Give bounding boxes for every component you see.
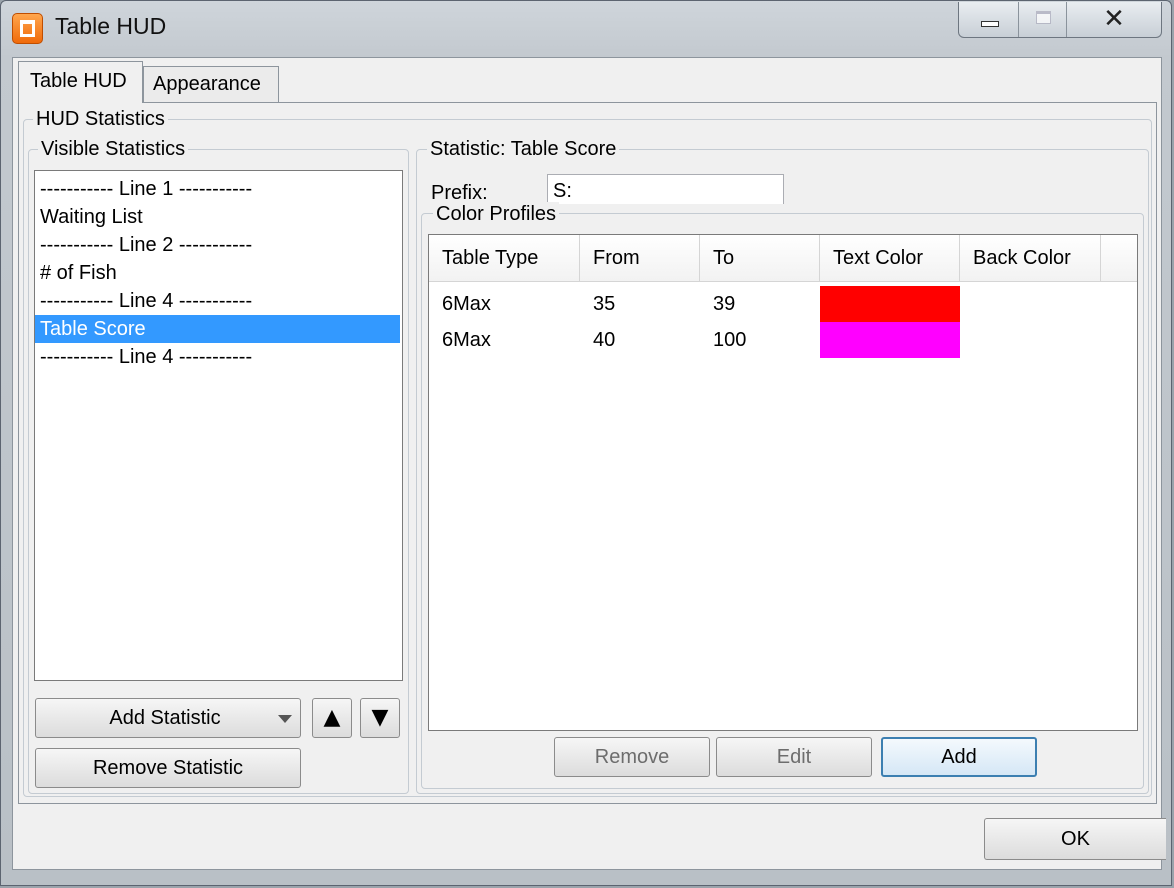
caption-buttons: ✕ [958,2,1162,38]
move-up-button[interactable]: ▲ [312,698,352,738]
arrow-up-icon: ▲ [323,705,341,730]
edit-profile-button[interactable]: Edit [716,737,872,777]
chevron-down-icon [278,715,292,723]
visible-statistics-list[interactable]: ----------- Line 1 ----------- Waiting L… [34,170,403,681]
visible-statistics-group: Visible Statistics ----------- Line 1 --… [28,137,409,794]
window-title: Table HUD [55,13,167,39]
app-logo-icon [12,13,43,44]
cell-back-color [960,322,1101,358]
hud-statistics-title: HUD Statistics [33,107,168,131]
color-profiles-title: Color Profiles [433,202,560,226]
cell-back-color [960,286,1101,322]
color-profiles-table[interactable]: Table Type From To Text Color Back Color… [428,234,1138,731]
column-header-to[interactable]: To [700,235,820,281]
hud-statistics-group: HUD Statistics Visible Statistics ------… [23,107,1152,797]
cell-from: 40 [593,329,616,351]
add-profile-button[interactable]: Add [881,737,1037,777]
table-hud-window: Table HUD ✕ Table HUD Appearance HUD Sta… [0,0,1172,886]
minimize-button[interactable] [959,2,1019,37]
list-item[interactable]: # of Fish [35,259,402,287]
column-header-from[interactable]: From [580,235,700,281]
visible-statistics-title: Visible Statistics [38,137,189,161]
column-header-table-type[interactable]: Table Type [429,235,580,281]
list-item[interactable]: ----------- Line 4 ----------- [35,287,402,315]
column-header-back-color[interactable]: Back Color [960,235,1101,281]
add-statistic-label: Add Statistic [109,707,221,729]
list-item[interactable]: ----------- Line 4 ----------- [35,343,402,371]
move-down-button[interactable]: ▼ [360,698,400,738]
tab-panel-table-hud: HUD Statistics Visible Statistics ------… [18,102,1157,804]
remove-profile-button[interactable]: Remove [554,737,710,777]
maximize-button[interactable] [1019,2,1067,37]
prefix-input[interactable]: S: [547,174,784,204]
cell-from: 35 [593,293,616,315]
dialog-client-area: Table HUD Appearance HUD Statistics Visi… [12,57,1166,870]
table-header-row: Table Type From To Text Color Back Color [429,235,1137,282]
list-item-selected[interactable]: Table Score [35,315,400,343]
list-item[interactable]: Waiting List [35,203,402,231]
statistic-detail-group: Statistic: Table Score Prefix: S: Color … [416,137,1149,794]
cell-to: 100 [713,329,747,351]
ok-button[interactable]: OK [984,818,1166,860]
cell-table-type: 6Max [442,329,491,351]
column-header-text-color[interactable]: Text Color [820,235,960,281]
list-item[interactable]: ----------- Line 1 ----------- [35,175,402,203]
statistic-detail-title: Statistic: Table Score [427,137,620,161]
table-row[interactable]: 6Max 35 39 [429,286,1101,322]
cell-table-type: 6Max [442,293,491,315]
table-row[interactable]: 6Max 40 100 [429,322,1101,358]
color-profiles-group: Color Profiles Table Type From To Text C… [421,202,1144,789]
tab-table-hud[interactable]: Table HUD [18,61,143,103]
list-item[interactable]: ----------- Line 2 ----------- [35,231,402,259]
title-bar[interactable]: Table HUD ✕ [1,1,1173,57]
text-color-swatch [820,322,960,358]
add-statistic-dropdown[interactable]: Add Statistic [35,698,301,738]
remove-statistic-button[interactable]: Remove Statistic [35,748,301,788]
tab-appearance[interactable]: Appearance [143,66,279,103]
close-button[interactable]: ✕ [1067,2,1161,37]
close-icon: ✕ [1103,4,1125,34]
text-color-swatch [820,286,960,322]
cell-to: 39 [713,293,736,315]
arrow-down-icon: ▼ [371,705,389,730]
